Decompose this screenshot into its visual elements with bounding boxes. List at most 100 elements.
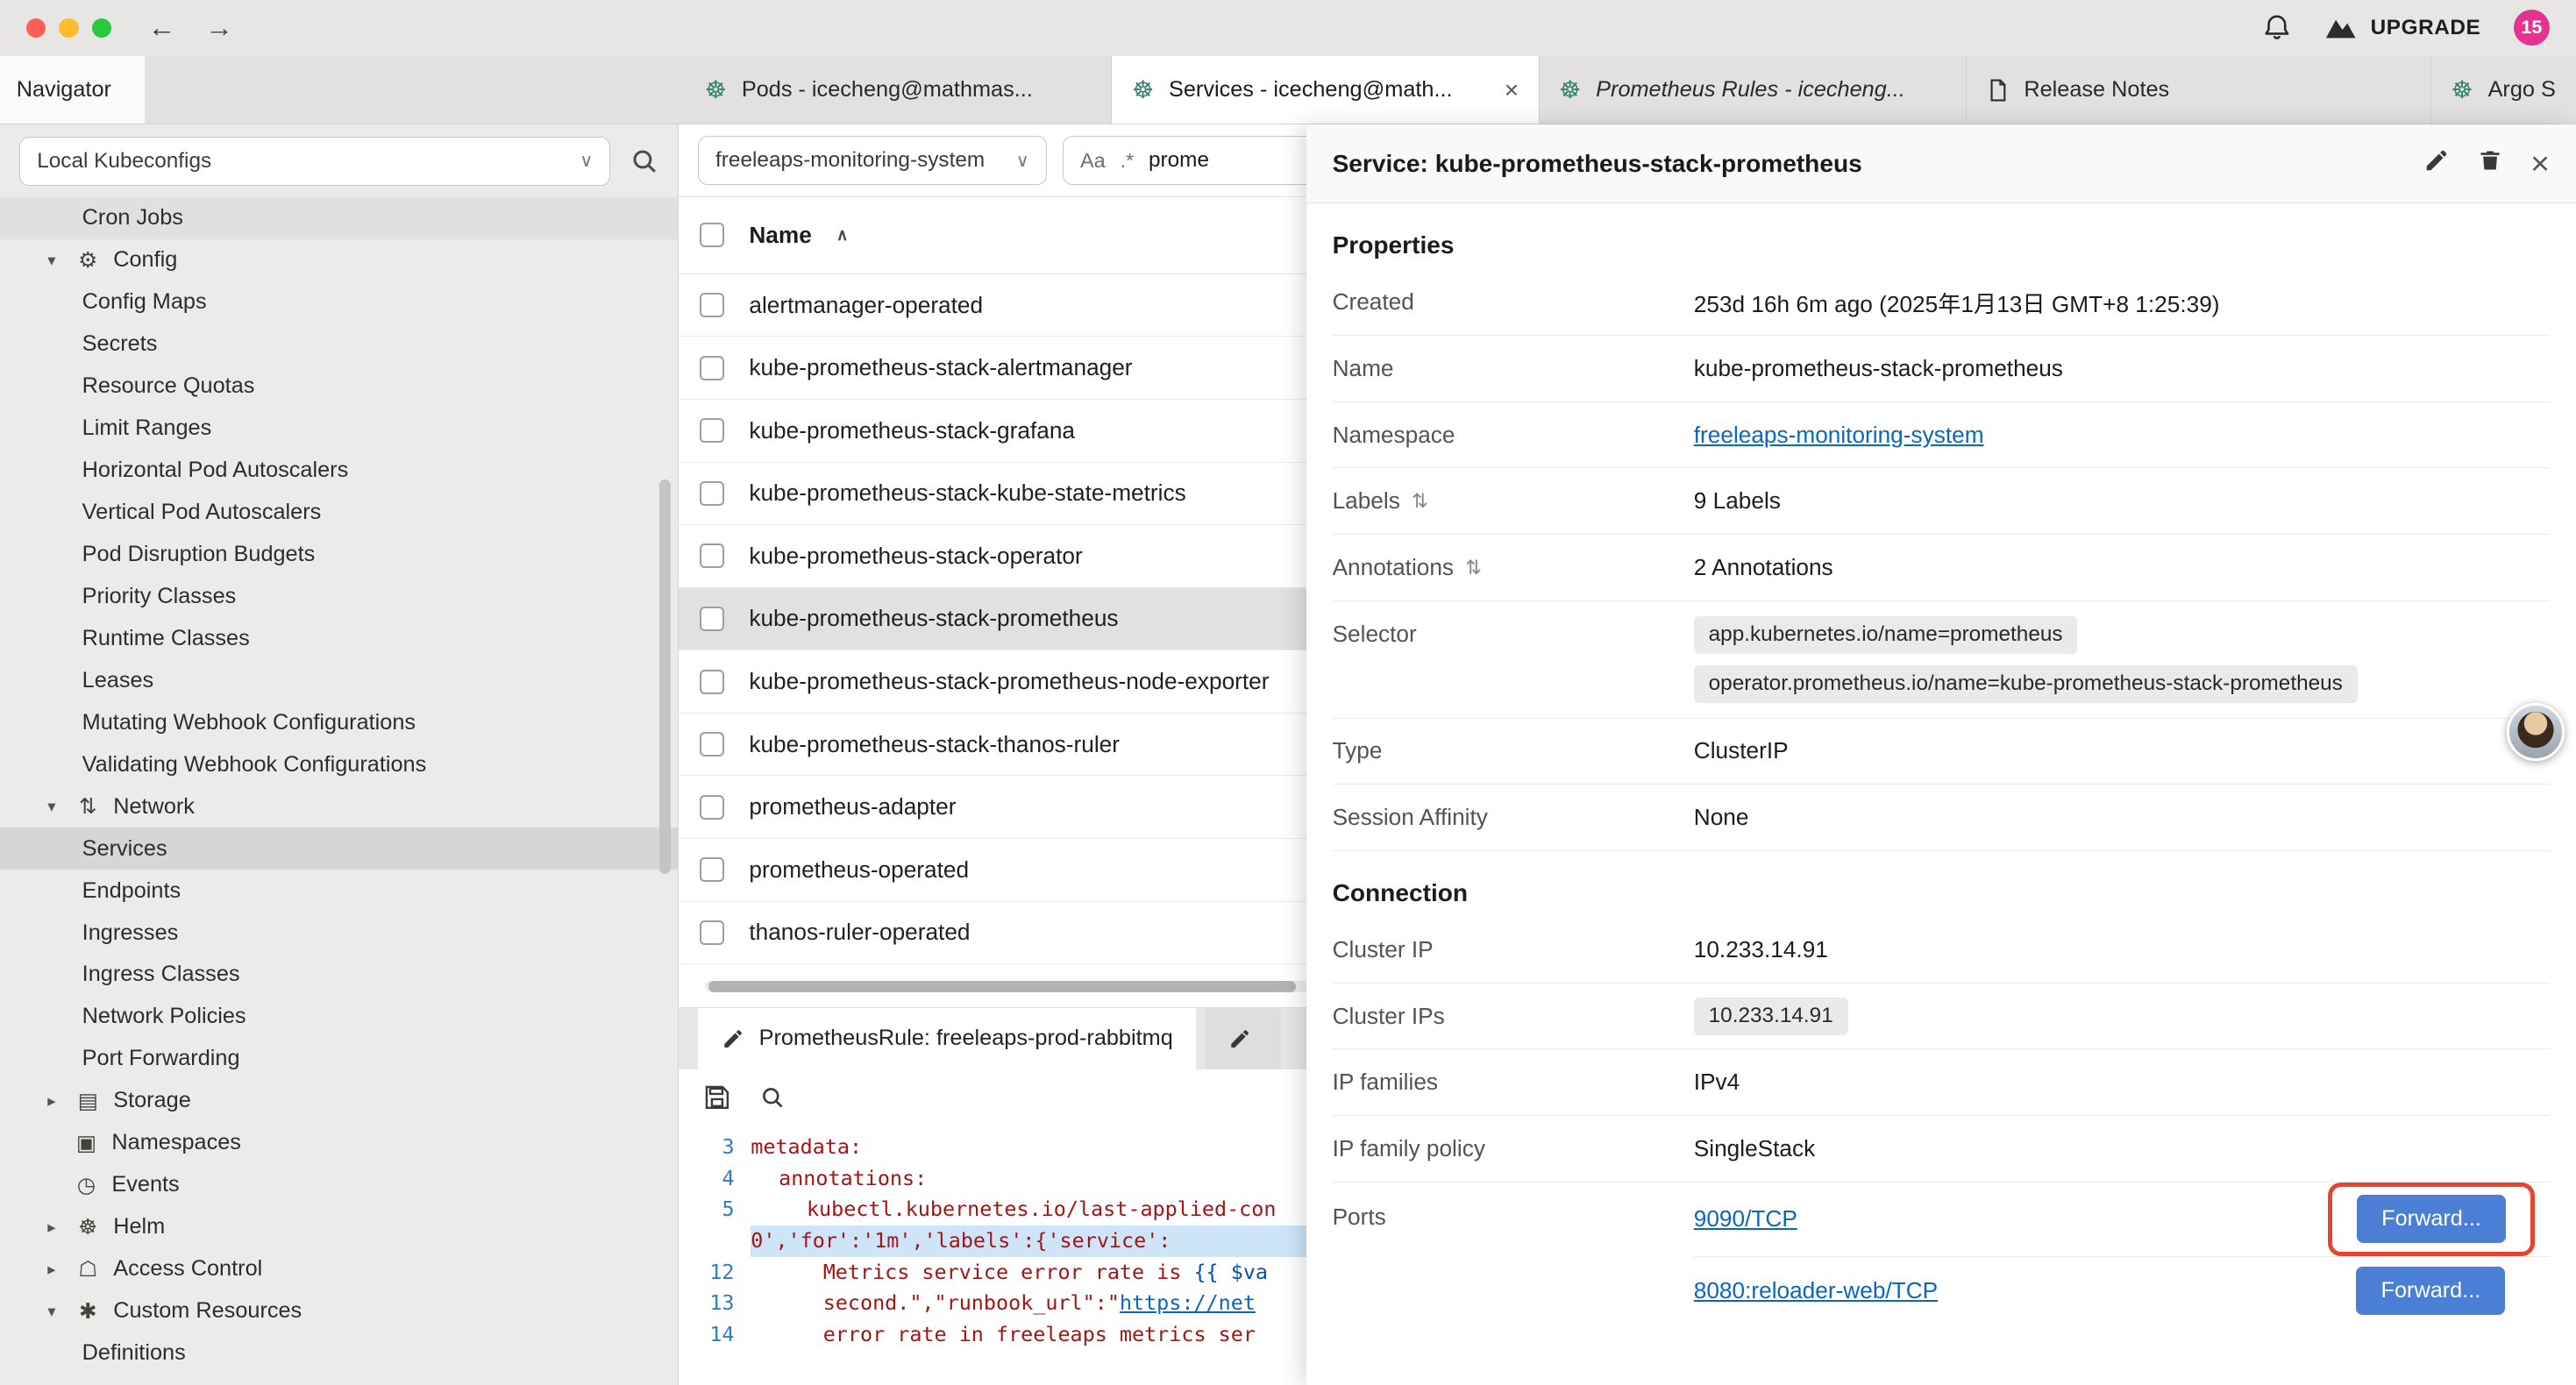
sidebar-item-storage[interactable]: ▤Storage <box>0 1080 678 1122</box>
sidebar-item-network-policies[interactable]: Network Policies <box>0 996 678 1038</box>
sidebar-item-resource-quotas[interactable]: Resource Quotas <box>0 366 678 408</box>
line-number: 4 <box>679 1163 735 1195</box>
service-name: kube-prometheus-stack-prometheus-node-ex… <box>749 668 1269 695</box>
forward-button-9090[interactable]: Forward... <box>2357 1195 2506 1243</box>
upgrade-icon <box>2324 17 2357 39</box>
sidebar-item-network[interactable]: ⇅Network <box>0 785 678 827</box>
sidebar-item-endpoints[interactable]: Endpoints <box>0 870 678 912</box>
sidebar-item-secrets[interactable]: Secrets <box>0 323 678 366</box>
notifications-bell-icon[interactable] <box>2262 13 2292 43</box>
row-checkbox[interactable] <box>700 795 724 820</box>
sidebar-item-runtime-classes[interactable]: Runtime Classes <box>0 617 678 659</box>
dock-tab-partial[interactable] <box>1206 1008 1281 1069</box>
sidebar-item-ingresses[interactable]: Ingresses <box>0 912 678 954</box>
sidebar-item-port-forwarding[interactable]: Port Forwarding <box>0 1038 678 1080</box>
sidebar-item-cron-jobs[interactable]: Cron Jobs <box>0 197 678 239</box>
navigator-sidebar: Local Kubeconfigs Cron Jobs ⚙Config Conf… <box>0 124 679 1384</box>
tab-argo[interactable]: Argo S <box>2431 56 2576 124</box>
sidebar-item-config-maps[interactable]: Config Maps <box>0 281 678 323</box>
row-checkbox[interactable] <box>700 857 724 882</box>
port-link-9090[interactable]: 9090/TCP <box>1694 1205 1797 1232</box>
row-checkbox[interactable] <box>700 481 724 506</box>
chevron-right-icon[interactable] <box>41 1091 62 1111</box>
tab-label: Argo S <box>2488 77 2557 103</box>
sidebar-item-vertical-pod-autoscalers[interactable]: Vertical Pod Autoscalers <box>0 492 678 534</box>
sidebar-scrollbar[interactable] <box>659 479 671 874</box>
line-number: 3 <box>679 1132 735 1163</box>
kubeconfig-selector[interactable]: Local Kubeconfigs <box>19 137 610 186</box>
port-link-8080-reloader-web[interactable]: 8080:reloader-web/TCP <box>1694 1277 1938 1304</box>
sidebar-item-label: Horizontal Pod Autoscalers <box>82 458 349 483</box>
save-icon[interactable] <box>703 1083 731 1119</box>
regex-toggle[interactable]: .* <box>1121 149 1135 173</box>
sidebar-item-custom-resources[interactable]: ✱Custom Resources <box>0 1290 678 1332</box>
sidebar-item-label: Ingresses <box>82 920 179 946</box>
row-checkbox[interactable] <box>700 732 724 756</box>
sidebar-item-priority-classes[interactable]: Priority Classes <box>0 575 678 617</box>
sidebar-item-horizontal-pod-autoscalers[interactable]: Horizontal Pod Autoscalers <box>0 450 678 492</box>
sidebar-item-label: Events <box>111 1172 179 1197</box>
expand-collapse-icon[interactable] <box>1412 490 1428 513</box>
horizontal-scrollbar-thumb[interactable] <box>708 981 1297 992</box>
sidebar-item-config[interactable]: ⚙Config <box>0 239 678 281</box>
chevron-right-icon[interactable] <box>41 1260 62 1279</box>
sidebar-item-definitions[interactable]: Definitions <box>0 1332 678 1374</box>
tab-release-notes[interactable]: Release Notes <box>1967 56 2431 124</box>
minimize-window-button[interactable] <box>59 18 78 38</box>
property-row-session-affinity: Session Affinity None <box>1333 785 2550 851</box>
trash-icon[interactable] <box>2478 147 2502 181</box>
name-column-header[interactable]: Name <box>749 222 811 249</box>
sidebar-item-pod-disruption-budgets[interactable]: Pod Disruption Budgets <box>0 533 678 575</box>
navigator-panel-tab[interactable]: Navigator <box>0 56 145 124</box>
sidebar-item-access-control[interactable]: ☖Access Control <box>0 1248 678 1290</box>
kubernetes-cluster-icon <box>2451 75 2473 104</box>
tab-pods[interactable]: Pods - icecheng@mathmas... <box>685 56 1112 124</box>
maximize-window-button[interactable] <box>92 18 111 38</box>
created-value: 253d 16h 6m ago (2025年1月13日 GMT+8 1:25:3… <box>1694 286 2220 319</box>
row-checkbox[interactable] <box>700 418 724 443</box>
search-input[interactable] <box>1149 148 1297 173</box>
sidebar-search-icon[interactable] <box>630 147 658 175</box>
chevron-down-icon[interactable] <box>41 1302 62 1321</box>
namespace-filter-select[interactable]: freeleaps-monitoring-system <box>698 136 1046 185</box>
row-checkbox[interactable] <box>700 356 724 380</box>
expand-collapse-icon[interactable] <box>1465 557 1482 579</box>
sidebar-item-ingress-classes[interactable]: Ingress Classes <box>0 954 678 996</box>
upgrade-button[interactable]: UPGRADE <box>2324 16 2480 40</box>
sidebar-item-limit-ranges[interactable]: Limit Ranges <box>0 408 678 450</box>
row-checkbox[interactable] <box>700 293 724 317</box>
sidebar-item-namespaces[interactable]: ▣Namespaces <box>0 1122 678 1164</box>
editor-search-icon[interactable] <box>760 1085 785 1117</box>
close-drawer-icon[interactable] <box>2530 145 2550 182</box>
sidebar-item-services[interactable]: Services <box>0 827 678 870</box>
tab-services[interactable]: Services - icecheng@math... <box>1112 56 1539 124</box>
property-label: Name <box>1333 355 1694 382</box>
notification-count-badge[interactable]: 15 <box>2514 10 2550 46</box>
sidebar-item-helm[interactable]: ☸Helm <box>0 1206 678 1248</box>
forward-button-8080[interactable]: Forward... <box>2356 1267 2505 1315</box>
chevron-right-icon[interactable] <box>41 1218 62 1237</box>
dock-tab-prometheusrule[interactable]: PrometheusRule: freeleaps-prod-rabbitmq <box>698 1008 1196 1069</box>
match-case-toggle[interactable]: Aa <box>1080 149 1106 173</box>
sidebar-item-mutating-webhook-configurations[interactable]: Mutating Webhook Configurations <box>0 701 678 743</box>
row-checkbox[interactable] <box>700 670 724 694</box>
sidebar-item-events[interactable]: ◷Events <box>0 1164 678 1206</box>
sort-ascending-icon[interactable] <box>836 225 849 245</box>
close-tab-icon[interactable] <box>1505 76 1519 104</box>
user-avatar[interactable] <box>2507 703 2565 761</box>
namespace-link[interactable]: freeleaps-monitoring-system <box>1694 422 1984 449</box>
back-icon[interactable] <box>148 11 176 44</box>
sidebar-item-leases[interactable]: Leases <box>0 659 678 701</box>
line-number: 5 <box>679 1194 735 1225</box>
forward-icon[interactable] <box>205 11 233 44</box>
close-window-button[interactable] <box>26 18 46 38</box>
sidebar-item-validating-webhook-configurations[interactable]: Validating Webhook Configurations <box>0 743 678 785</box>
row-checkbox[interactable] <box>700 543 724 568</box>
chevron-down-icon[interactable] <box>41 797 62 816</box>
chevron-down-icon[interactable] <box>41 251 62 270</box>
tab-prometheus-rules[interactable]: Prometheus Rules - icecheng... <box>1540 56 1967 124</box>
row-checkbox[interactable] <box>700 920 724 945</box>
select-all-checkbox[interactable] <box>700 223 724 247</box>
edit-icon[interactable] <box>2423 147 2450 181</box>
row-checkbox[interactable] <box>700 607 724 631</box>
